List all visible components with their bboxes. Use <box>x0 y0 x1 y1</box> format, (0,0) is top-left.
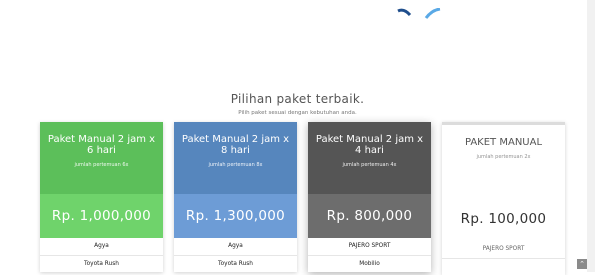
car-item: Mobilio <box>308 256 431 272</box>
car-item: Toyota Rush <box>40 256 163 272</box>
package-card-3[interactable]: Paket Manual 2 jam x 4 hari jumlah perte… <box>308 122 431 272</box>
package-price: Rp. 1,300,000 <box>174 194 297 238</box>
package-sessions: jumlah pertemuan 2x <box>476 154 531 160</box>
car-item: Toyota Rush <box>174 256 297 272</box>
package-header: Paket Manual 2 jam x 4 hari jumlah perte… <box>308 122 431 194</box>
package-price: Rp. 800,000 <box>308 194 431 238</box>
car-item: Agya <box>40 238 163 256</box>
package-card-4[interactable]: PAKET MANUAL jumlah pertemuan 2x Rp. 100… <box>442 122 565 275</box>
car-item <box>442 259 565 275</box>
page-scrollbar[interactable] <box>587 0 595 272</box>
package-card-1[interactable]: Paket Manual 2 jam x 6 hari jumlah perte… <box>40 122 163 272</box>
car-item: PAJERO SPORT <box>442 241 565 259</box>
section-subtitle: Pilih paket sesuai dengan kebutuhan anda… <box>238 110 357 116</box>
package-name: PAKET MANUAL <box>464 137 543 148</box>
chevron-up-icon: ⌃ <box>579 260 585 268</box>
section-title: Pilihan paket terbaik. <box>230 92 365 106</box>
package-name: Paket Manual 2 jam x 8 hari <box>181 134 290 156</box>
car-item: Agya <box>174 238 297 256</box>
package-sessions: jumlah pertemuan 4x <box>342 162 397 168</box>
car-item: PAJERO SPORT <box>308 238 431 256</box>
brand-logo-icon <box>397 8 441 19</box>
package-price: Rp. 100,000 <box>442 197 565 241</box>
package-header: Paket Manual 2 jam x 8 hari jumlah perte… <box>174 122 297 194</box>
package-card-2[interactable]: Paket Manual 2 jam x 8 hari jumlah perte… <box>174 122 297 272</box>
package-header: Paket Manual 2 jam x 6 hari jumlah perte… <box>40 122 163 194</box>
package-header: PAKET MANUAL jumlah pertemuan 2x <box>442 125 565 197</box>
package-price: Rp. 1,000,000 <box>40 194 163 238</box>
package-sessions: jumlah pertemuan 6x <box>74 162 129 168</box>
package-name: Paket Manual 2 jam x 4 hari <box>315 134 424 156</box>
package-sessions: jumlah pertemuan 8x <box>208 162 263 168</box>
scroll-to-top-button[interactable]: ⌃ <box>577 259 587 269</box>
package-name: Paket Manual 2 jam x 6 hari <box>47 134 156 156</box>
